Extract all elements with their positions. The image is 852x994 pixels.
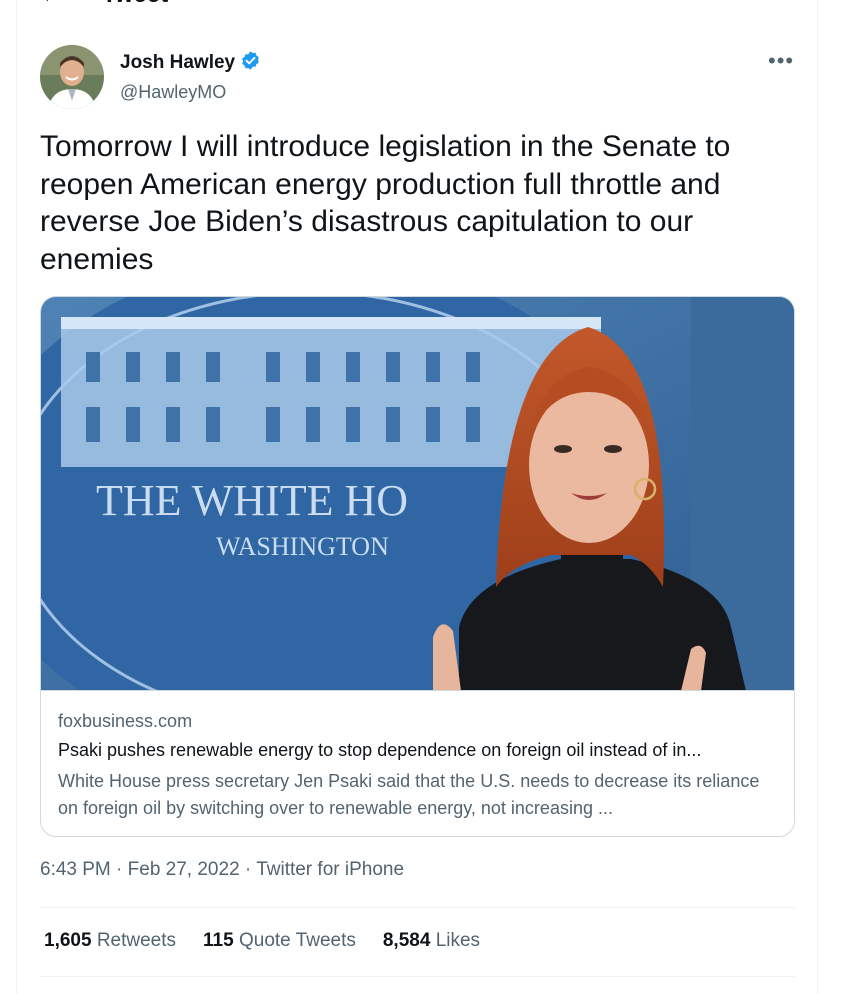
card-divider [41, 690, 794, 691]
back-arrow-icon[interactable]: ← [40, 0, 62, 6]
author-block: Josh Hawley @HawleyMO [120, 50, 261, 103]
link-card[interactable]: THE WHITE HO WASHINGTON foxbusiness.com … [40, 296, 795, 837]
divider [40, 976, 795, 977]
quote-tweets-count: 115 [203, 930, 234, 951]
tweet-time[interactable]: 6:43 PM [40, 859, 111, 880]
author-name[interactable]: Josh Hawley [120, 52, 235, 74]
meta-separator: · [239, 859, 257, 880]
tweet-meta: 6:43 PM · Feb 27, 2022 · Twitter for iPh… [40, 859, 404, 881]
card-image-sign-line1: THE WHITE HO [96, 476, 408, 525]
tweet-text: Tomorrow I will introduce legislation in… [40, 130, 731, 276]
author-handle[interactable]: @HawleyMO [120, 82, 261, 103]
verified-badge-icon [240, 50, 261, 76]
quote-tweets-stat[interactable]: 115 Quote Tweets [203, 930, 356, 952]
likes-label: Likes [435, 930, 481, 951]
card-image-sign-line2: WASHINGTON [216, 532, 389, 561]
card-title[interactable]: Psaki pushes renewable energy to stop de… [58, 740, 778, 761]
card-domain: foxbusiness.com [58, 711, 193, 731]
divider [40, 907, 795, 908]
top-bar: ← Tweet [40, 0, 168, 10]
retweets-stat[interactable]: 1,605 Retweets [44, 930, 176, 952]
tweet-source[interactable]: Twitter for iPhone [256, 859, 404, 880]
retweets-count: 1,605 [44, 930, 92, 951]
avatar[interactable] [40, 45, 104, 109]
tweet-stats: 1,605 Retweets 115 Quote Tweets 8,584 Li… [44, 930, 480, 952]
quote-tweets-label: Quote Tweets [238, 930, 356, 951]
page-title: Tweet [102, 0, 168, 9]
meta-separator: · [110, 859, 128, 880]
likes-stat[interactable]: 8,584 Likes [383, 930, 480, 952]
card-image: THE WHITE HO WASHINGTON [41, 297, 794, 757]
more-options-icon[interactable]: ••• [768, 50, 794, 72]
card-description: White House press secretary Jen Psaki sa… [58, 771, 760, 818]
tweet-date[interactable]: Feb 27, 2022 [128, 859, 240, 880]
likes-count: 8,584 [382, 930, 431, 951]
retweets-label: Retweets [96, 930, 177, 951]
